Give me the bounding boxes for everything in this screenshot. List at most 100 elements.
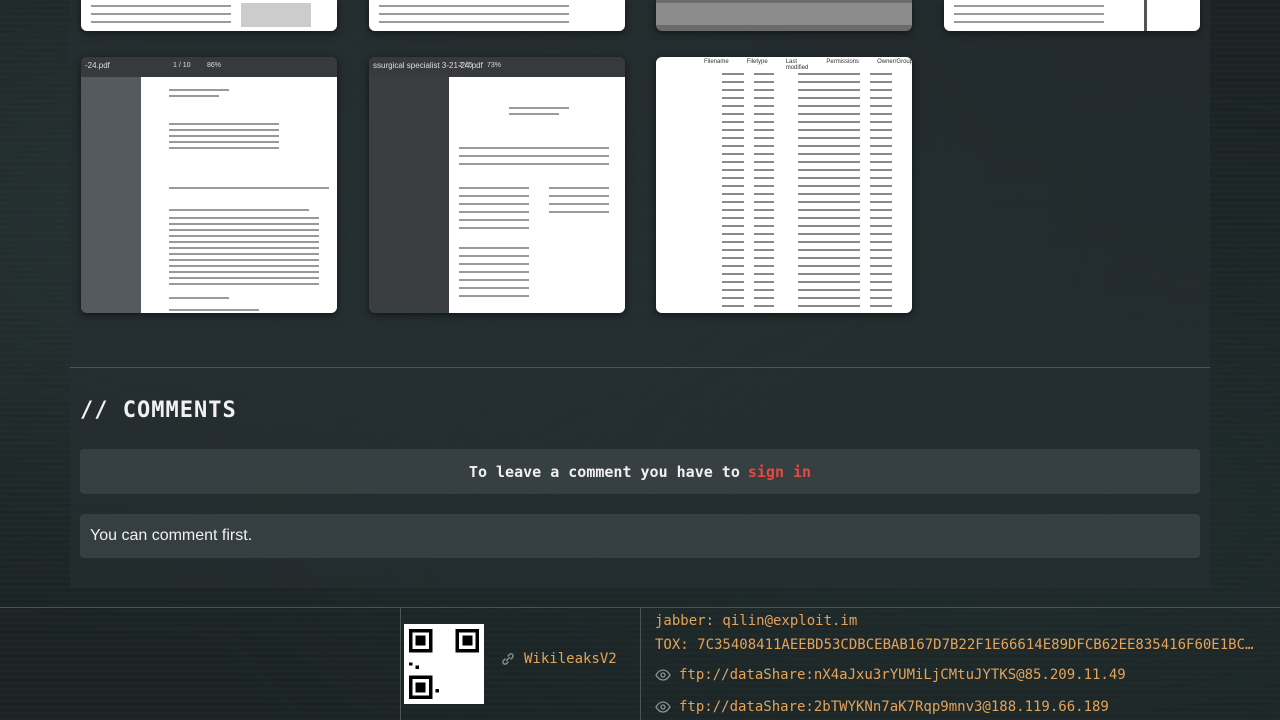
file-row-cell xyxy=(754,209,774,211)
file-row-cell xyxy=(834,225,860,227)
ftp-link-1-text: ftp://dataShare:nX4aJxu3rYUMiLjCMtuJYTKS… xyxy=(679,667,1126,683)
file-row-cell xyxy=(870,137,892,139)
gallery-thumb-2[interactable] xyxy=(369,0,625,31)
file-row-cell xyxy=(834,177,860,179)
file-row-cell xyxy=(754,257,774,259)
file-row-cell xyxy=(754,281,774,283)
file-row-cell xyxy=(834,161,860,163)
file-row-cell xyxy=(798,177,834,179)
file-row-cell xyxy=(834,257,860,259)
file-row-cell xyxy=(798,105,834,107)
file-row-cell xyxy=(834,281,860,283)
file-row-cell xyxy=(870,97,892,99)
no-comments-text: You can comment first. xyxy=(90,527,253,544)
file-row-cell xyxy=(754,249,774,251)
tox-contact[interactable]: TOX: 7C35408411AEEBD53CDBCEBAB167D7B22F1… xyxy=(655,635,1275,659)
file-row-cell xyxy=(798,129,834,131)
ftp-link-2-text: ftp://dataShare:2bTWYKNn7aK7Rqp9mnv3@188… xyxy=(679,699,1109,715)
file-row-cell xyxy=(834,97,860,99)
eye-icon xyxy=(655,701,671,713)
file-row-cell xyxy=(722,193,744,195)
file-row-cell xyxy=(722,113,744,115)
file-row-cell xyxy=(834,201,860,203)
file-row-cell xyxy=(754,153,774,155)
file-row-cell xyxy=(722,225,744,227)
file-row-cell xyxy=(754,289,774,291)
file-row-cell xyxy=(722,281,744,283)
ftp-link-1[interactable]: ftp://dataShare:nX4aJxu3rYUMiLjCMtuJYTKS… xyxy=(655,659,1275,691)
file-row-cell xyxy=(754,297,774,299)
file-row-cell xyxy=(722,217,744,219)
file-row-cell xyxy=(798,249,834,251)
file-row-cell xyxy=(870,177,892,179)
file-row-cell xyxy=(722,153,744,155)
file-row-cell xyxy=(798,289,834,291)
file-row-cell xyxy=(798,137,834,139)
file-row-cell xyxy=(870,257,892,259)
gallery-thumb-5[interactable]: -24.pdf 1 / 10 86% xyxy=(81,57,337,313)
file-row-cell xyxy=(754,217,774,219)
file-row-cell xyxy=(870,201,892,203)
file-row-cell xyxy=(722,249,744,251)
file-row-cell xyxy=(754,145,774,147)
file-row-cell xyxy=(754,193,774,195)
file-row-cell xyxy=(834,113,860,115)
gallery-thumb-6[interactable]: ssurgical specialist 3-21-24.pdf 2 / 5 7… xyxy=(369,57,625,313)
file-row-cell xyxy=(870,217,892,219)
file-row-cell xyxy=(754,201,774,203)
file-row-cell xyxy=(870,289,892,291)
pdf-toolbar: ssurgical specialist 3-21-24.pdf 2 / 5 7… xyxy=(369,57,625,77)
file-row-cell xyxy=(722,81,744,83)
file-row-cell xyxy=(754,105,774,107)
file-row-cell xyxy=(834,73,860,75)
file-row-cell xyxy=(870,225,892,227)
file-row-cell xyxy=(798,305,834,307)
file-row-cell xyxy=(798,209,834,211)
file-row-cell xyxy=(798,297,834,299)
file-row-cell xyxy=(834,121,860,123)
file-row-cell xyxy=(798,113,834,115)
file-row-cell xyxy=(798,193,834,195)
file-row-cell xyxy=(798,145,834,147)
file-row-cell xyxy=(834,241,860,243)
link-icon xyxy=(502,653,514,665)
file-row-cell xyxy=(754,89,774,91)
file-row-cell xyxy=(754,81,774,83)
signin-link[interactable]: sign in xyxy=(748,463,811,481)
file-row-cell xyxy=(722,209,744,211)
file-row-cell xyxy=(754,129,774,131)
file-row-cell xyxy=(870,185,892,187)
file-row-cell xyxy=(870,73,892,75)
file-row-cell xyxy=(754,273,774,275)
wikileaks-link[interactable]: WikileaksV2 xyxy=(500,651,617,667)
pdf-toolbar: -24.pdf 1 / 10 86% xyxy=(81,57,337,77)
pdf-page xyxy=(449,77,625,313)
file-row-cell xyxy=(798,241,834,243)
file-row-cell xyxy=(834,153,860,155)
jabber-contact[interactable]: jabber: qilin@exploit.im xyxy=(655,611,1275,635)
file-row-cell xyxy=(754,97,774,99)
file-row-cell xyxy=(722,73,744,75)
file-row-cell xyxy=(870,193,892,195)
file-row-cell xyxy=(722,185,744,187)
file-row-cell xyxy=(798,169,834,171)
ftp-link-2[interactable]: ftp://dataShare:2bTWYKNn7aK7Rqp9mnv3@188… xyxy=(655,691,1275,720)
file-row-cell xyxy=(798,153,834,155)
file-listing-header: Filename Filetype Last modified Permissi… xyxy=(704,59,912,71)
file-row-cell xyxy=(722,177,744,179)
gallery-thumb-1[interactable] xyxy=(81,0,337,31)
footer-separator xyxy=(400,607,401,720)
signin-prompt-box: To leave a comment you have to sign in xyxy=(80,449,1200,494)
signin-prompt-text: To leave a comment you have to xyxy=(468,462,740,481)
file-row-cell xyxy=(754,137,774,139)
gallery-thumb-3[interactable] xyxy=(656,0,912,31)
file-row-cell xyxy=(834,305,860,307)
gallery-thumb-4[interactable] xyxy=(944,0,1200,31)
file-row-cell xyxy=(798,97,834,99)
file-row-cell xyxy=(754,185,774,187)
file-row-cell xyxy=(722,169,744,171)
eye-icon xyxy=(655,669,671,681)
file-row-cell xyxy=(834,265,860,267)
gallery-thumb-7[interactable]: Filename Filetype Last modified Permissi… xyxy=(656,57,912,313)
file-row-cell xyxy=(870,113,892,115)
